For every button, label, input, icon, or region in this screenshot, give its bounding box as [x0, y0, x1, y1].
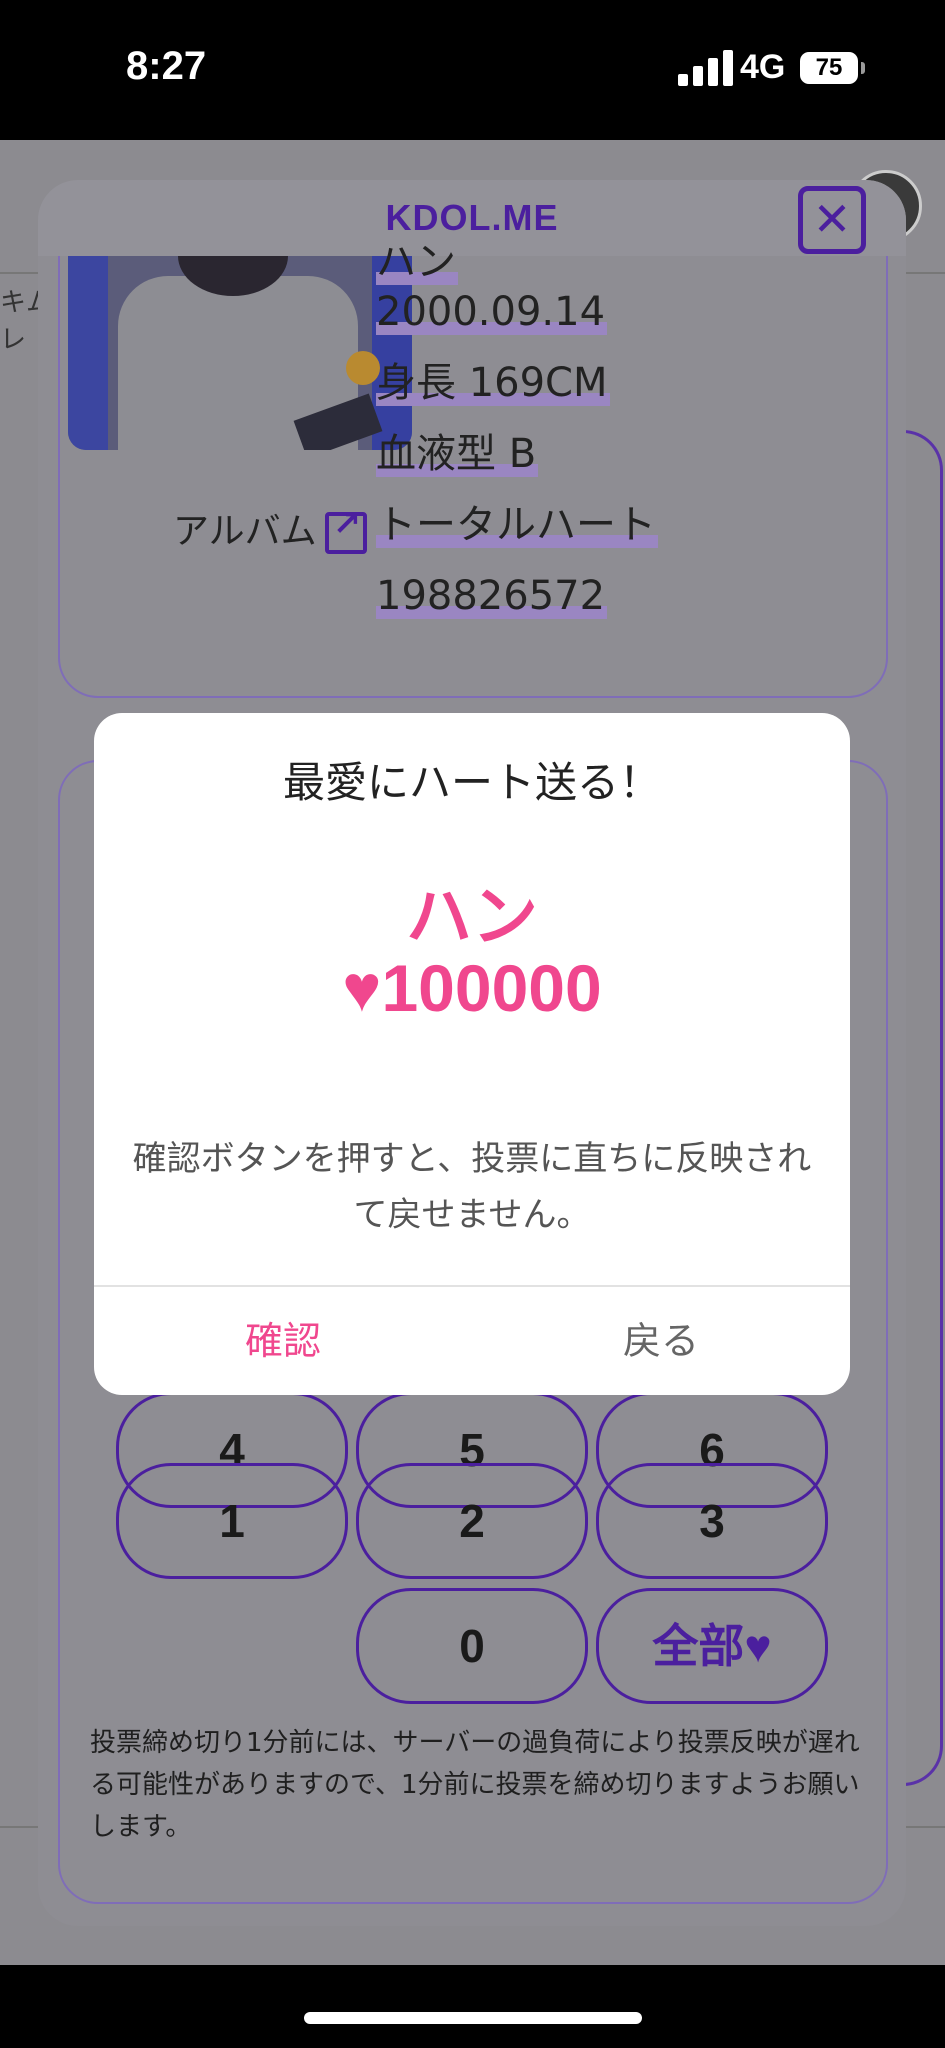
profile-height: 身長 169CM — [376, 360, 610, 406]
key-1[interactable]: 1 — [116, 1463, 348, 1579]
back-button[interactable]: 戻る — [472, 1287, 850, 1395]
profile-blood-type: 血液型 B — [376, 431, 539, 477]
confirm-button[interactable]: 確認 — [94, 1287, 472, 1395]
key-all-hearts[interactable]: 全部♥ — [596, 1588, 828, 1704]
profile-info: ハン 2000.09.14 身長 169CM 血液型 B トータルハート 198… — [376, 239, 658, 637]
send-heart-dialog: 最愛にハート送る！ ハン ♥100000 確認ボタンを押すと、投票に直ちに反映さ… — [94, 713, 850, 1395]
network-type: 4G — [740, 48, 786, 86]
key-2[interactable]: 2 — [356, 1463, 588, 1579]
external-link-icon — [324, 504, 367, 554]
status-time: 8:27 — [126, 44, 207, 88]
album-label: アルバム — [173, 511, 317, 552]
profile-birthday: 2000.09.14 — [376, 289, 608, 335]
profile-photo — [68, 256, 412, 450]
vote-deadline-note: 投票締め切り1分前には、サーバーの過負荷により投票反映が遅れる可能性がありますの… — [90, 1728, 860, 1842]
close-button[interactable]: ✕ — [798, 186, 866, 254]
home-indicator-bar — [0, 1965, 945, 2048]
dialog-title: 最愛にハート送る！ — [282, 758, 661, 807]
key-3[interactable]: 3 — [596, 1463, 828, 1579]
key-0[interactable]: 0 — [356, 1588, 588, 1704]
dialog-heart-amount: ♥100000 — [342, 951, 602, 1025]
album-link[interactable]: アルバム — [173, 502, 367, 554]
home-indicator[interactable] — [304, 2012, 642, 2024]
signal-icon — [678, 50, 734, 86]
total-heart-label: トータルハート — [376, 502, 658, 548]
battery-icon: 75 — [800, 52, 865, 84]
profile-name: ハン — [376, 239, 458, 285]
dialog-message: 確認ボタンを押すと、投票に直ちに反映されて戻せません。 — [132, 1139, 812, 1235]
status-bar: 8:27 4G 75 — [0, 0, 945, 140]
total-heart-value: 198826572 — [376, 573, 608, 619]
dialog-idol-name: ハン — [406, 878, 538, 955]
